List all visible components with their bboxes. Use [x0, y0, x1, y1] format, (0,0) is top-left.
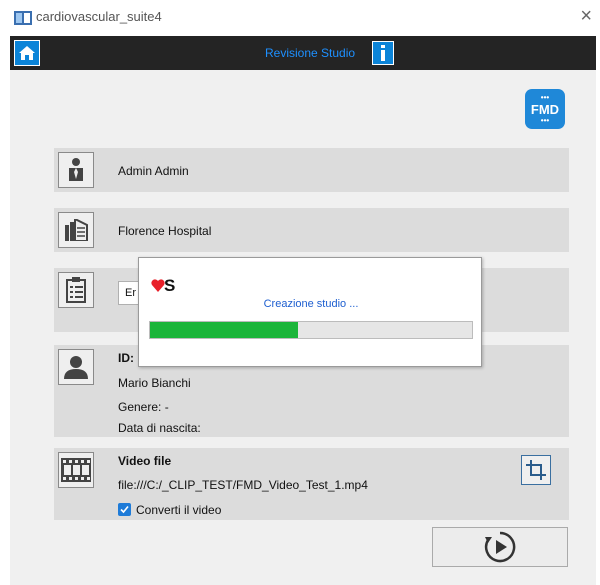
home-button[interactable]: [14, 40, 40, 66]
logo-dots-top: •••: [540, 93, 550, 102]
hospital-name: Florence Hospital: [118, 224, 212, 238]
progress-bar: [149, 321, 473, 339]
window-title: cardiovascular_suite4: [36, 9, 162, 24]
suite-logo: S: [151, 276, 191, 296]
close-icon[interactable]: ×: [580, 6, 592, 26]
dialog-status: Creazione studio ...: [263, 298, 359, 310]
patient-name: Mario Bianchi: [118, 376, 191, 390]
home-icon: [19, 46, 35, 60]
crop-button[interactable]: [521, 455, 551, 485]
person-icon: [58, 349, 94, 385]
window-titlebar: cardiovascular_suite4 ×: [0, 0, 600, 36]
screen-title: Revisione Studio: [265, 46, 356, 60]
top-bar: Revisione Studio: [10, 36, 596, 70]
clipboard-icon: [58, 272, 94, 308]
convert-label[interactable]: Converti il video: [136, 503, 221, 517]
progress-fill: [150, 322, 299, 338]
operator-name: Admin Admin: [118, 164, 189, 178]
check-icon: [120, 505, 129, 514]
video-label: Video file: [118, 454, 172, 468]
hospital-row: Florence Hospital: [54, 208, 569, 252]
fmd-logo: ••• FMD •••: [525, 89, 565, 129]
play-icon: [484, 531, 516, 563]
app-icon: [14, 11, 32, 25]
convert-checkbox[interactable]: [118, 503, 131, 516]
patient-gender: Genere: -: [118, 400, 169, 414]
film-icon: [58, 452, 94, 488]
operator-row: Admin Admin: [54, 148, 569, 192]
fmd-logo-text: FMD: [530, 101, 560, 117]
info-icon: [381, 45, 385, 61]
heart-icon: [151, 279, 165, 292]
progress-dialog: S Creazione studio ...: [138, 257, 482, 367]
play-button[interactable]: [432, 527, 568, 567]
logo-dots-bottom: •••: [540, 116, 550, 125]
patient-id-label: ID:: [118, 351, 134, 365]
building-icon: [58, 212, 94, 248]
video-path: file:///C:/_CLIP_TEST/FMD_Video_Test_1.m…: [118, 478, 368, 492]
user-tie-icon: [58, 152, 94, 188]
video-row: Video file file:///C:/_CLIP_TEST/FMD_Vid…: [54, 448, 569, 520]
suite-logo-text: S: [164, 276, 176, 295]
crop-icon: [526, 460, 546, 480]
info-button[interactable]: [372, 41, 394, 65]
patient-birth: Data di nascita:: [118, 421, 201, 435]
